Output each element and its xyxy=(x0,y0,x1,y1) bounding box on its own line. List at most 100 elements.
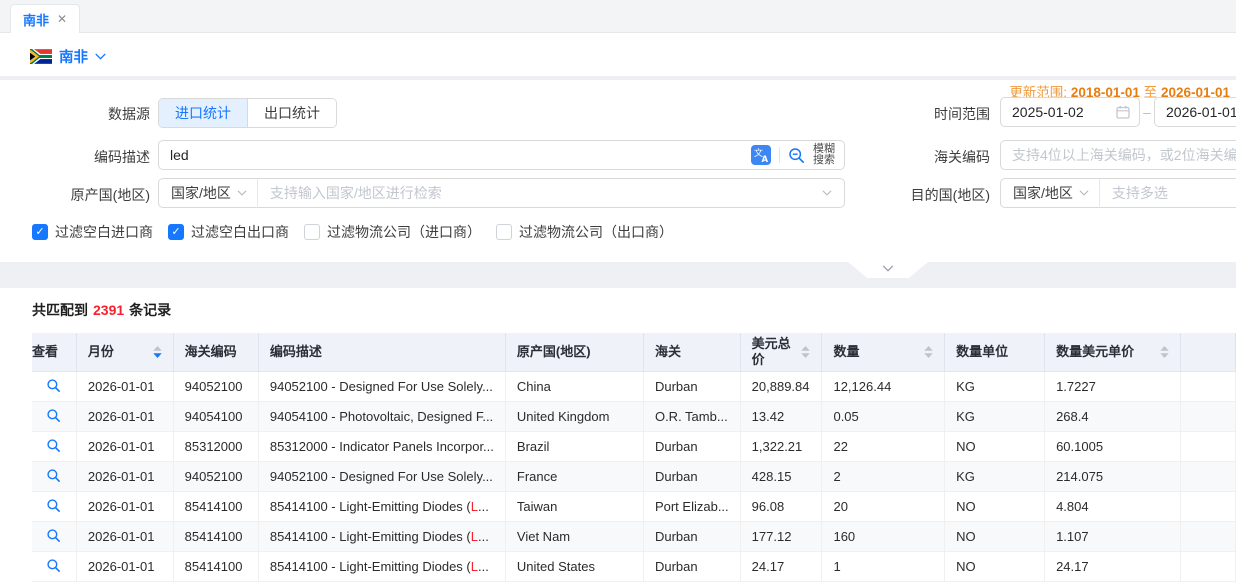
tab-south-africa[interactable]: 南非 ✕ xyxy=(10,4,80,33)
close-icon[interactable]: ✕ xyxy=(57,13,67,25)
cell-qty_unit: KG xyxy=(945,372,1045,402)
end-date-input[interactable] xyxy=(1154,97,1236,127)
column-label: 海关 xyxy=(655,344,681,360)
cell-view[interactable] xyxy=(32,552,77,582)
column-label: 原产国(地区) xyxy=(517,344,591,360)
cell-unit_price: 1.7227 xyxy=(1045,372,1181,402)
cell-view[interactable] xyxy=(32,462,77,492)
cell-view[interactable] xyxy=(32,372,77,402)
cell-usd_total: 96.08 xyxy=(741,492,823,522)
table-header-row: 查看 月份海关编码编码描述 原产国(地区) 海关 美元总价数量 数量单位 数量美元单价 xyxy=(32,333,1236,372)
destination-country-label: 目的国(地区) xyxy=(880,185,990,205)
cell-customs: Durban xyxy=(644,372,741,402)
cell-usd_total: 13.42 xyxy=(741,402,823,432)
column-label: 编码描述 xyxy=(270,344,322,360)
checkbox-label: 过滤空白进口商 xyxy=(55,222,153,242)
data-source-toggle: 进口统计出口统计 xyxy=(158,98,337,128)
cell-view[interactable] xyxy=(32,522,77,552)
cell-view[interactable] xyxy=(32,492,77,522)
cell-qty: 0.05 xyxy=(822,402,945,432)
checkbox-icon xyxy=(496,224,512,240)
hs-code-value[interactable] xyxy=(1001,141,1236,169)
cell-hs_code: 94052100 xyxy=(174,462,259,492)
cell-month: 2026-01-01 xyxy=(77,402,174,432)
sort-carets-icon[interactable] xyxy=(801,346,810,358)
view-search-icon[interactable] xyxy=(46,471,61,486)
fuzzy-search-icon[interactable] xyxy=(788,147,805,164)
column-label: 数量 xyxy=(833,344,859,360)
cell-origin: Viet Nam xyxy=(506,522,644,552)
svg-text:A: A xyxy=(762,155,769,165)
country-selector[interactable]: 南非 xyxy=(30,46,106,67)
cell-extra xyxy=(1181,522,1236,552)
destination-placeholder[interactable]: 支持多选 xyxy=(1100,183,1236,203)
origin-country-type-select[interactable]: 国家/地区 xyxy=(159,179,257,207)
filter-checkbox-2[interactable]: 过滤物流公司（进口商） xyxy=(304,222,481,242)
cell-customs: Durban xyxy=(644,432,741,462)
translate-icon[interactable]: 文 A xyxy=(751,145,771,165)
table-row: 2026-01-018541410085414100 - Light-Emitt… xyxy=(32,492,1236,522)
view-search-icon[interactable] xyxy=(46,531,61,546)
desc-highlight: L xyxy=(471,559,478,574)
cell-hs_code: 85414100 xyxy=(174,492,259,522)
code-desc-input[interactable]: 文 A 模糊搜索 xyxy=(158,140,845,170)
origin-search-placeholder[interactable]: 支持输入国家/地区进行检索 xyxy=(258,183,822,203)
column-label: 数量单位 xyxy=(956,344,1008,360)
table-row: 2026-01-018531200085312000 - Indicator P… xyxy=(32,432,1236,462)
column-header-unit_price[interactable]: 数量美元单价 xyxy=(1045,333,1181,372)
results-summary: 共匹配到2391条记录 xyxy=(32,300,171,320)
cell-desc: 94052100 - Designed For Use Solely... xyxy=(259,372,506,402)
chevron-down-icon xyxy=(1079,190,1089,196)
view-search-icon[interactable] xyxy=(46,381,61,396)
panel-gap xyxy=(0,262,1236,288)
filter-checkbox-row: ✓过滤空白进口商 ✓过滤空白出口商 过滤物流公司（进口商） 过滤物流公司（出口商） xyxy=(32,222,673,242)
column-header-qty[interactable]: 数量 xyxy=(822,333,945,372)
data-source-option-0[interactable]: 进口统计 xyxy=(159,99,247,127)
cell-origin: United States xyxy=(506,552,644,582)
cell-month: 2026-01-01 xyxy=(77,372,174,402)
cell-usd_total: 428.15 xyxy=(741,462,823,492)
column-header-usd_total[interactable]: 美元总价 xyxy=(741,333,823,372)
desc-text: 94052100 - Designed For Use Solely... xyxy=(270,379,493,394)
column-header-month[interactable]: 月份 xyxy=(77,333,174,372)
cell-view[interactable] xyxy=(32,402,77,432)
cell-desc: 85414100 - Light-Emitting Diodes (L... xyxy=(259,552,506,582)
data-source-option-1[interactable]: 出口统计 xyxy=(247,99,336,127)
cell-desc: 85414100 - Light-Emitting Diodes (L... xyxy=(259,492,506,522)
view-search-icon[interactable] xyxy=(46,441,61,456)
column-label: 查看 xyxy=(32,344,58,360)
cell-qty: 12,126.44 xyxy=(822,372,945,402)
view-search-icon[interactable] xyxy=(46,501,61,516)
filter-checkbox-0[interactable]: ✓过滤空白进口商 xyxy=(32,222,153,242)
cell-unit_price: 214.075 xyxy=(1045,462,1181,492)
view-search-icon[interactable] xyxy=(46,411,61,426)
start-date-input[interactable] xyxy=(1000,97,1140,127)
table-row: 2026-01-019405410094054100 - Photovoltai… xyxy=(32,402,1236,432)
cell-qty_unit: NO xyxy=(945,492,1045,522)
cell-unit_price: 24.17 xyxy=(1045,552,1181,582)
desc-text: 94054100 - Photovoltaic, Designed F... xyxy=(270,409,493,424)
column-header-view: 查看 xyxy=(32,333,77,372)
cell-view[interactable] xyxy=(32,432,77,462)
column-header-hs_code: 海关编码 xyxy=(174,333,259,372)
code-desc-value[interactable] xyxy=(159,141,751,169)
desc-highlight: L xyxy=(471,499,478,514)
origin-country-select[interactable]: 国家/地区 支持输入国家/地区进行检索 xyxy=(158,178,845,208)
destination-country-type-select[interactable]: 国家/地区 xyxy=(1001,179,1099,207)
checkbox-label: 过滤物流公司（进口商） xyxy=(327,222,481,242)
sort-carets-icon[interactable] xyxy=(1160,346,1169,358)
cell-month: 2026-01-01 xyxy=(77,462,174,492)
filter-checkbox-3[interactable]: 过滤物流公司（出口商） xyxy=(496,222,673,242)
cell-extra xyxy=(1181,402,1236,432)
filter-panel: 更新范围: 2018-01-01 至 2026-01-01 数据源 进口统计出口… xyxy=(0,80,1236,262)
sort-carets-icon[interactable] xyxy=(924,346,933,358)
cell-qty: 20 xyxy=(822,492,945,522)
sort-carets-icon[interactable] xyxy=(153,346,162,358)
start-date-value[interactable] xyxy=(1001,98,1116,126)
view-search-icon[interactable] xyxy=(46,561,61,576)
filter-checkbox-1[interactable]: ✓过滤空白出口商 xyxy=(168,222,289,242)
fuzzy-search-label[interactable]: 模糊搜索 xyxy=(813,144,835,167)
hs-code-input[interactable] xyxy=(1000,140,1236,170)
end-date-value[interactable] xyxy=(1155,98,1236,126)
destination-country-select[interactable]: 国家/地区 支持多选 xyxy=(1000,178,1236,208)
